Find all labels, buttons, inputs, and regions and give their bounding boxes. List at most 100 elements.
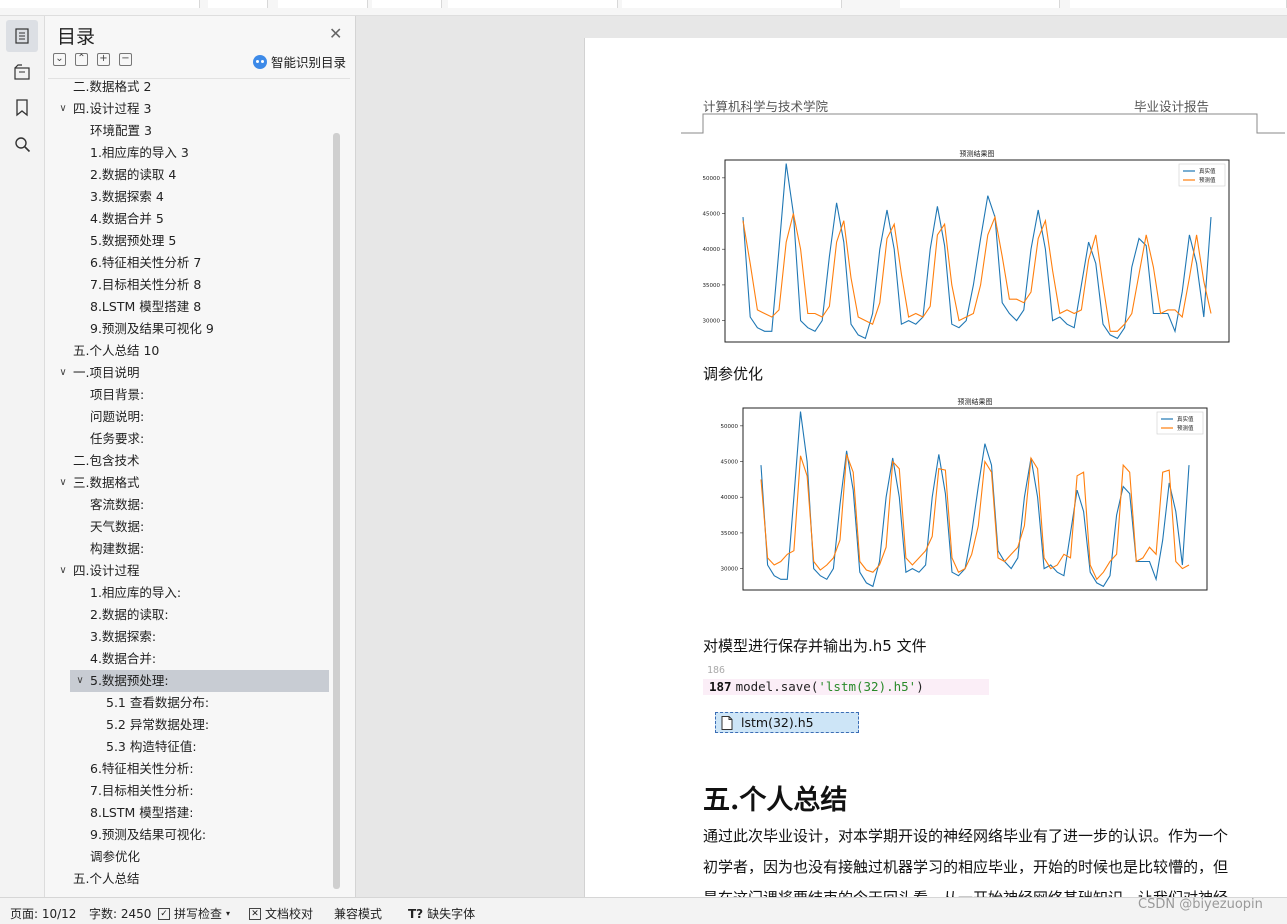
chapter-nav-button[interactable] <box>6 56 38 88</box>
expand-all-icon[interactable]: ⌄ <box>53 53 66 66</box>
y-tick-label: 50000 <box>703 176 721 182</box>
y-tick-label: 30000 <box>703 319 721 325</box>
code-line-number: 187 <box>709 679 732 694</box>
search-icon <box>14 136 30 152</box>
navigation-rail <box>0 16 45 897</box>
compat-mode-label: 兼容模式 <box>334 907 383 921</box>
prediction-chart-1: 预测结果图 30000 35000 40000 45000 50000 真实值预测值 <box>693 148 1233 356</box>
toc-panel-button[interactable] <box>6 20 38 52</box>
toc-item-label: 五.个人总结 <box>73 871 140 886</box>
document-page: 计算机科学与技术学院 毕业设计报告 预测结果图 30000 35000 40000 45… <box>584 38 1287 897</box>
toc-item-label: 4.数据合并 5 <box>90 211 164 226</box>
watermark: CSDN @biyezuopin <box>1138 897 1263 912</box>
code-prev-line-number: 186 <box>707 665 726 676</box>
code-prefix: model.save( <box>735 679 819 694</box>
toc-item-label: 二.数据格式 2 <box>73 79 152 94</box>
chart-title: 预测结果图 <box>958 397 993 406</box>
chapter-icon <box>14 64 30 80</box>
toc-item-label: 调参优化 <box>90 849 141 864</box>
header-rule <box>681 113 1285 134</box>
section-title: 五.个人总结 <box>703 785 848 816</box>
toc-item-label: 4.数据合并: <box>90 651 157 666</box>
y-tick-label: 50000 <box>721 424 739 430</box>
toc-item-label: 5.2 异常数据处理: <box>106 717 210 732</box>
toc-item-label: 四.设计过程 3 <box>73 101 152 116</box>
legend-label: 真实值 <box>1199 167 1216 175</box>
page-indicator-label: 页面: 10/12 <box>10 907 77 921</box>
proofread-icon: ✕ <box>249 907 261 920</box>
missing-font-label: 缺失字体 <box>427 907 476 921</box>
file-icon <box>721 715 733 730</box>
y-tick-label: 45000 <box>721 460 739 466</box>
toc-item-label: 9.预测及结果可视化: <box>90 827 207 842</box>
body-paragraph: 通过此次毕业设计，对本学期开设的神经网络毕业有了进一步的认识。作为一个 初学者，… <box>703 821 1263 897</box>
toc-item-label: 客流数据: <box>90 497 145 512</box>
toc-title: 目录 <box>57 26 96 48</box>
missing-font-button[interactable]: T? 缺失字体 <box>408 905 475 922</box>
page-indicator[interactable]: 页面: 10/12 <box>10 905 76 922</box>
toc-item-label: 天气数据: <box>90 519 145 534</box>
status-bar: 页面: 10/12 字数: 2450 ✓ 拼写检查 ▾ ✕ 文档校对 兼容模式 T? 缺… <box>0 897 1287 924</box>
chevron-down-icon[interactable]: ∨ <box>74 670 86 692</box>
toc-item-label: 问题说明: <box>90 409 145 424</box>
toc-item-label: 8.LSTM 模型搭建 8 <box>90 299 202 314</box>
toc-item-label: 1.相应库的导入: <box>90 585 182 600</box>
toc-item-label: 8.LSTM 模型搭建: <box>90 805 194 820</box>
toc-item-label: 3.数据探索 4 <box>90 189 164 204</box>
toolbar-strip <box>0 0 1287 16</box>
toc-item[interactable]: ∨ 5.数据预处理: <box>70 670 329 692</box>
tuning-heading: 调参优化 <box>703 365 764 383</box>
proofread-button[interactable]: ✕ 文档校对 <box>249 905 313 922</box>
bookmark-button[interactable] <box>6 92 38 124</box>
y-tick-label: 35000 <box>703 283 721 289</box>
toc-list: 二.数据格式 2 ∨ 四.设计过程 3 环境配置 3 1.相应库的导入 3 2.数据的读取… <box>48 78 350 891</box>
toc-item-label: 构建数据: <box>90 541 145 556</box>
word-count-label: 字数: 2450 <box>89 907 152 921</box>
remove-heading-icon[interactable]: − <box>119 53 132 66</box>
chevron-down-icon[interactable]: ∨ <box>57 472 69 494</box>
proofread-label: 文档校对 <box>265 907 314 921</box>
y-tick-label: 40000 <box>721 495 739 501</box>
body-line: 初学者，因为也没有接触过机器学习的相应毕业，开始的时候也是比较懵的，但 <box>703 858 1229 876</box>
legend-label: 预测值 <box>1177 424 1194 432</box>
add-heading-icon[interactable]: + <box>97 53 110 66</box>
chevron-down-icon[interactable]: ∨ <box>57 560 69 582</box>
toc-item-label: 7.目标相关性分析 8 <box>90 277 202 292</box>
toc-item-label: 环境配置 3 <box>90 123 152 138</box>
file-entry[interactable]: lstm(32).h5 <box>715 712 859 733</box>
y-tick-label: 45000 <box>703 212 721 218</box>
spell-check-button[interactable]: ✓ 拼写检查 ▾ <box>158 905 230 922</box>
compat-mode[interactable]: 兼容模式 <box>334 905 382 922</box>
search-button[interactable] <box>6 128 38 160</box>
prediction-chart-2: 预测结果图 30000 35000 40000 45000 50000 真实值预测值 <box>713 396 1213 604</box>
collapse-all-icon[interactable]: ⌃ <box>75 53 88 66</box>
toc-item-label: 5.数据预处理 5 <box>90 233 177 248</box>
chevron-down-icon[interactable]: ∨ <box>57 362 69 384</box>
checkbox-icon: ✓ <box>158 907 170 920</box>
y-tick-label: 40000 <box>703 247 721 253</box>
y-tick-label: 35000 <box>721 531 739 537</box>
body-line: 通过此次毕业设计，对本学期开设的神经网络毕业有了进一步的认识。作为一个 <box>703 827 1229 845</box>
toc-item-label: 2.数据的读取: <box>90 607 169 622</box>
code-string: 'lstm(32).h5' <box>818 679 917 694</box>
toc-item-label: 6.特征相关性分析 7 <box>90 255 202 270</box>
missing-font-icon: T? <box>408 906 424 921</box>
toc-item-label: 项目背景: <box>90 387 145 402</box>
toc-item-label: 5.1 查看数据分布: <box>106 695 210 710</box>
word-count[interactable]: 字数: 2450 <box>89 905 151 922</box>
smart-robot-icon <box>253 54 267 69</box>
y-tick-label: 30000 <box>721 567 739 573</box>
legend-label: 预测值 <box>1199 176 1216 184</box>
toc-item-label: 1.相应库的导入 3 <box>90 145 189 160</box>
toc-item-label: 5.数据预处理: <box>90 673 169 688</box>
close-icon[interactable]: ✕ <box>329 24 342 43</box>
chevron-down-icon[interactable]: ∨ <box>57 98 69 120</box>
plot-area <box>742 407 1208 591</box>
toc-item-label: 任务要求: <box>90 431 145 446</box>
smart-toc-label: 智能识别目录 <box>271 55 347 70</box>
toc-item-label: 6.特征相关性分析: <box>90 761 194 776</box>
toc-scrollbar[interactable] <box>333 133 340 889</box>
smart-toc-button[interactable]: 智能识别目录 <box>253 52 346 71</box>
code-snippet: 186 187 model.save('lstm(32).h5') <box>703 665 989 701</box>
dropdown-icon: ▾ <box>226 909 231 918</box>
